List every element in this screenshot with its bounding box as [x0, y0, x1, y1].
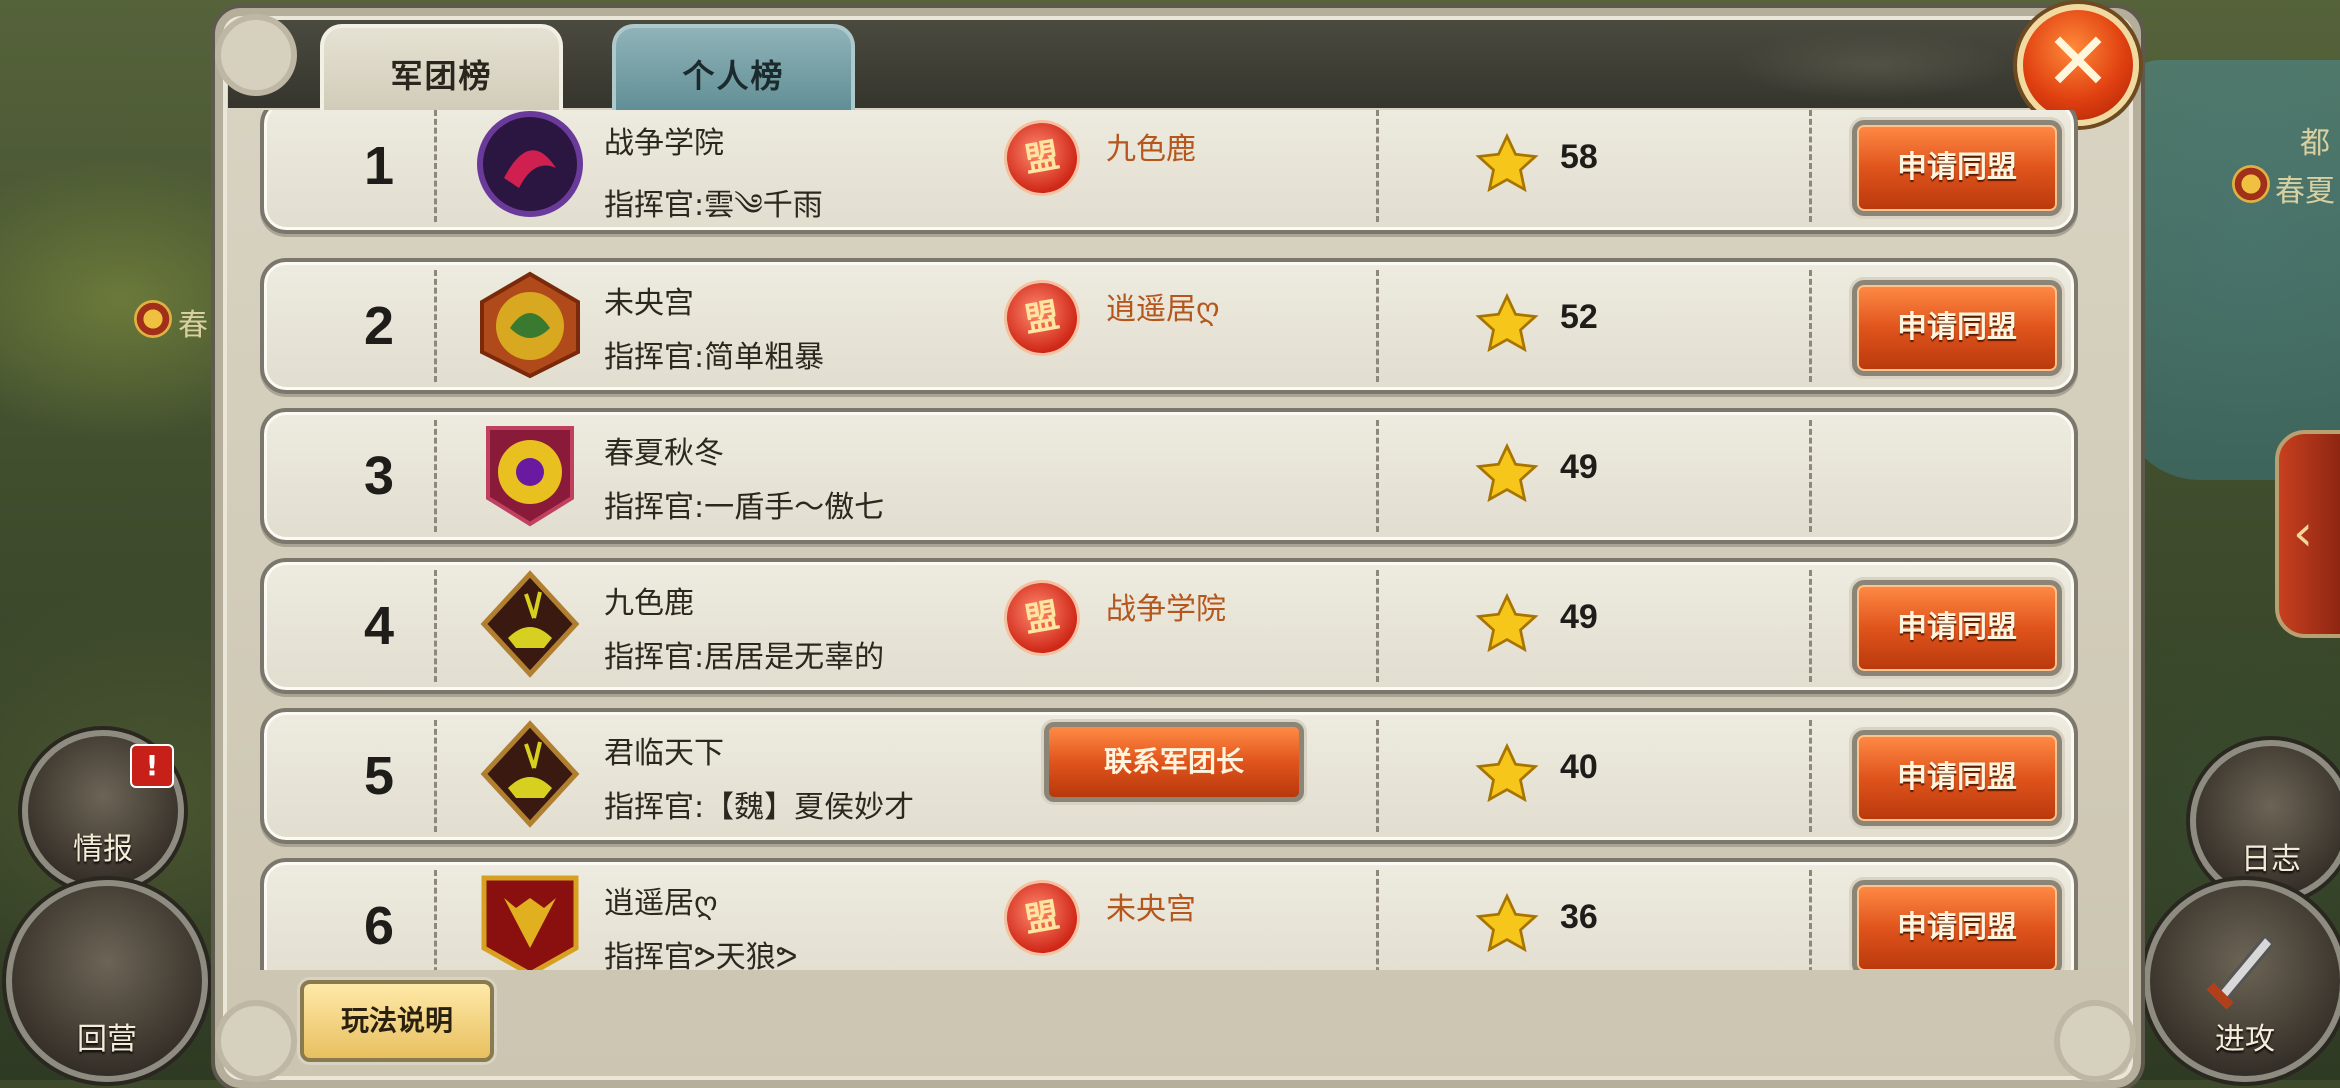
apply-alliance-button[interactable]: 申请同盟 [1852, 730, 2062, 826]
star-icon [1475, 592, 1539, 653]
intel-button[interactable]: ! 情报 [22, 730, 184, 892]
return-camp-button[interactable]: 回营 [6, 880, 208, 1082]
ranking-row: 3 春夏秋冬 指挥官:一盾手～傲七 49 [260, 408, 2078, 544]
commander-name: 指挥官:【魏】夏侯妙才 [604, 790, 915, 825]
return-camp-label: 回营 [77, 1022, 137, 1057]
alert-badge: ! [130, 744, 174, 788]
intel-label: 情报 [73, 832, 133, 867]
legion-name: 九色鹿 [604, 586, 694, 621]
commander-name: 指挥官ᕗ天狼ᕗ [604, 940, 798, 970]
commander-name: 指挥官:简单粗暴 [604, 340, 825, 375]
log-button[interactable]: 日志 [2190, 740, 2340, 902]
legion-score: 40 [1560, 748, 1598, 786]
commander-name: 指挥官:雲༄千雨 [604, 188, 823, 223]
tab-personal-ranking[interactable]: 个人榜 [612, 24, 855, 114]
legion-score: 36 [1560, 898, 1598, 936]
deer-emblem-icon [480, 570, 580, 678]
contact-leader-button[interactable]: 联系军团长 [1044, 722, 1304, 802]
map-legion-flag-icon[interactable] [2232, 165, 2270, 203]
log-label: 日志 [2241, 842, 2301, 877]
alliance-icon: 盟 [997, 113, 1087, 203]
alliance-icon: 盟 [997, 873, 1087, 963]
apply-alliance-button[interactable]: 申请同盟 [1852, 280, 2062, 376]
attack-label: 进攻 [2215, 1022, 2275, 1057]
sword-icon [2206, 933, 2276, 1010]
rank-number: 6 [363, 896, 395, 956]
alliance-icon: 盟 [997, 273, 1087, 363]
map-legion-label[interactable]: 春夏 [2275, 166, 2335, 210]
ranking-row: 4 九色鹿 指挥官:居居是无辜的 盟 战争学院 49 申请同盟 [260, 558, 2078, 694]
ranking-row: 2 未央宫 指挥官:简单粗暴 盟 逍遥居ღ 52 申请同盟 [260, 258, 2078, 394]
legion-name: 未央宫 [604, 286, 694, 321]
legion-score: 52 [1560, 298, 1598, 336]
star-icon [1475, 892, 1539, 953]
map-city-label[interactable]: 都 [2300, 118, 2330, 162]
phoenix-emblem-icon [486, 426, 574, 527]
alliance-name: 逍遥居ღ [1106, 292, 1220, 327]
star-icon [1475, 742, 1539, 803]
chevron-left-icon: ‹ [2293, 504, 2313, 562]
rank-number: 4 [363, 596, 395, 656]
green-dragon-emblem-icon [480, 271, 580, 379]
corner-ornament [215, 1000, 297, 1082]
tab-legion-ranking[interactable]: 军团榜 [320, 24, 563, 114]
rules-button[interactable]: 玩法说明 [300, 980, 494, 1062]
apply-alliance-button[interactable]: 申请同盟 [1852, 580, 2062, 676]
ranking-row: 1 战争学院 指挥官:雲༄千雨 盟 九色鹿 58 申请同盟 [260, 110, 2078, 234]
alliance-name: 战争学院 [1106, 592, 1226, 627]
rank-number: 2 [363, 296, 395, 356]
star-icon [1475, 292, 1539, 353]
corner-ornament [215, 14, 297, 96]
attack-button[interactable]: 进攻 [2144, 880, 2340, 1082]
legion-name: 君临天下 [604, 736, 724, 771]
legion-name: 战争学院 [604, 126, 724, 161]
legion-score: 58 [1560, 138, 1598, 176]
map-legion-flag-icon[interactable] [134, 300, 172, 338]
alliance-icon: 盟 [997, 573, 1087, 663]
apply-alliance-button[interactable]: 申请同盟 [1852, 880, 2062, 970]
alliance-name: 未央宫 [1106, 892, 1196, 927]
ranking-row: 6 逍遥居ღ 指挥官ᕗ天狼ᕗ 盟 未央宫 36 申请同盟 [260, 858, 2078, 970]
map-legion-label[interactable]: 春 [178, 300, 208, 344]
ranking-list[interactable]: 1 战争学院 指挥官:雲༄千雨 盟 九色鹿 58 申请同盟 2 未央宫 指挥官:… [258, 110, 2084, 970]
legion-name: 逍遥居ღ [604, 886, 718, 921]
commander-name: 指挥官:居居是无辜的 [604, 640, 885, 675]
corner-ornament [2054, 1000, 2136, 1082]
rank-number: 3 [363, 446, 395, 506]
close-icon: ✕ [2044, 15, 2112, 108]
side-panel-toggle[interactable]: ‹ [2275, 430, 2340, 638]
deer-emblem-icon [480, 720, 580, 828]
alliance-name: 九色鹿 [1106, 132, 1196, 167]
legion-score: 49 [1560, 448, 1598, 486]
apply-alliance-button[interactable]: 申请同盟 [1852, 120, 2062, 216]
rank-number: 5 [363, 746, 395, 806]
star-icon [1475, 442, 1539, 503]
commander-name: 指挥官:一盾手～傲七 [604, 490, 885, 525]
red-beast-emblem-icon [481, 875, 579, 970]
legion-score: 49 [1560, 598, 1598, 636]
star-icon [1475, 132, 1539, 193]
legion-name: 春夏秋冬 [604, 436, 724, 471]
header-ornament [1733, 30, 2013, 100]
purple-dragon-emblem-icon [477, 111, 583, 217]
rank-number: 1 [363, 136, 395, 196]
close-button[interactable]: ✕ [2017, 4, 2139, 126]
ranking-row: 5 君临天下 指挥官:【魏】夏侯妙才 联系军团长 40 申请同盟 [260, 708, 2078, 844]
